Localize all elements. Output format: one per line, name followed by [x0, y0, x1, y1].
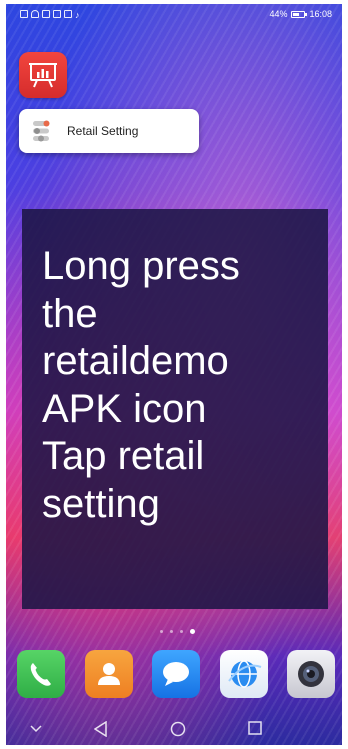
- settings-sliders-icon: [33, 120, 50, 142]
- phone-app[interactable]: [17, 650, 65, 698]
- contacts-icon: [98, 663, 120, 685]
- phone-icon: [30, 663, 51, 686]
- instruction-line: setting: [42, 481, 160, 526]
- tiktok-icon: ♪: [75, 10, 80, 20]
- navigation-bar: [6, 711, 342, 745]
- instruction-line: Tap retail: [42, 434, 205, 478]
- instruction-line: the: [42, 291, 98, 336]
- dock: [6, 650, 342, 702]
- instruction-text: Long press the retaildemo APK icon Tap r…: [42, 243, 328, 528]
- message-icon: [42, 10, 50, 18]
- instruction-line: APK icon: [42, 386, 207, 431]
- hide-keyboard-icon[interactable]: [30, 725, 42, 733]
- contacts-app[interactable]: [85, 650, 133, 698]
- home-screen: ♪ 44% 16:08 Retail Setting Long press th…: [6, 4, 342, 745]
- sim-icon: [20, 10, 28, 18]
- messages-icon: [163, 662, 189, 686]
- presentation-chart-icon: [29, 63, 57, 88]
- camera-app[interactable]: [287, 650, 335, 698]
- battery-icon: [291, 10, 308, 18]
- app-notification-icon: [53, 10, 61, 18]
- wifi-icon: [31, 10, 39, 18]
- notification-icons: ♪: [20, 10, 83, 20]
- back-icon[interactable]: [94, 721, 108, 737]
- camera-icon: [298, 661, 324, 687]
- page-dot-active: [190, 629, 195, 634]
- instruction-line: Long press: [42, 244, 240, 288]
- browser-icon: [228, 660, 262, 688]
- instruction-overlay: Long press the retaildemo APK icon Tap r…: [22, 209, 328, 609]
- browser-app[interactable]: [220, 650, 268, 698]
- battery-percent: 44%: [269, 9, 288, 19]
- page-dot: [170, 630, 173, 633]
- messages-app[interactable]: [152, 650, 200, 698]
- gallery-icon: [64, 10, 72, 18]
- clock: 16:08: [309, 9, 332, 19]
- page-dot: [160, 630, 163, 633]
- recents-icon[interactable]: [248, 721, 262, 735]
- page-indicator[interactable]: [160, 629, 195, 634]
- instruction-line: retaildemo: [42, 339, 229, 383]
- home-icon[interactable]: [170, 721, 186, 737]
- retaildemo-app-icon[interactable]: [19, 52, 67, 98]
- retail-setting-label: Retail Setting: [67, 124, 139, 138]
- page-dot: [180, 630, 183, 633]
- status-bar: ♪ 44% 16:08: [6, 4, 342, 26]
- battery-level: [293, 12, 299, 16]
- retail-setting-shortcut[interactable]: Retail Setting: [19, 109, 199, 153]
